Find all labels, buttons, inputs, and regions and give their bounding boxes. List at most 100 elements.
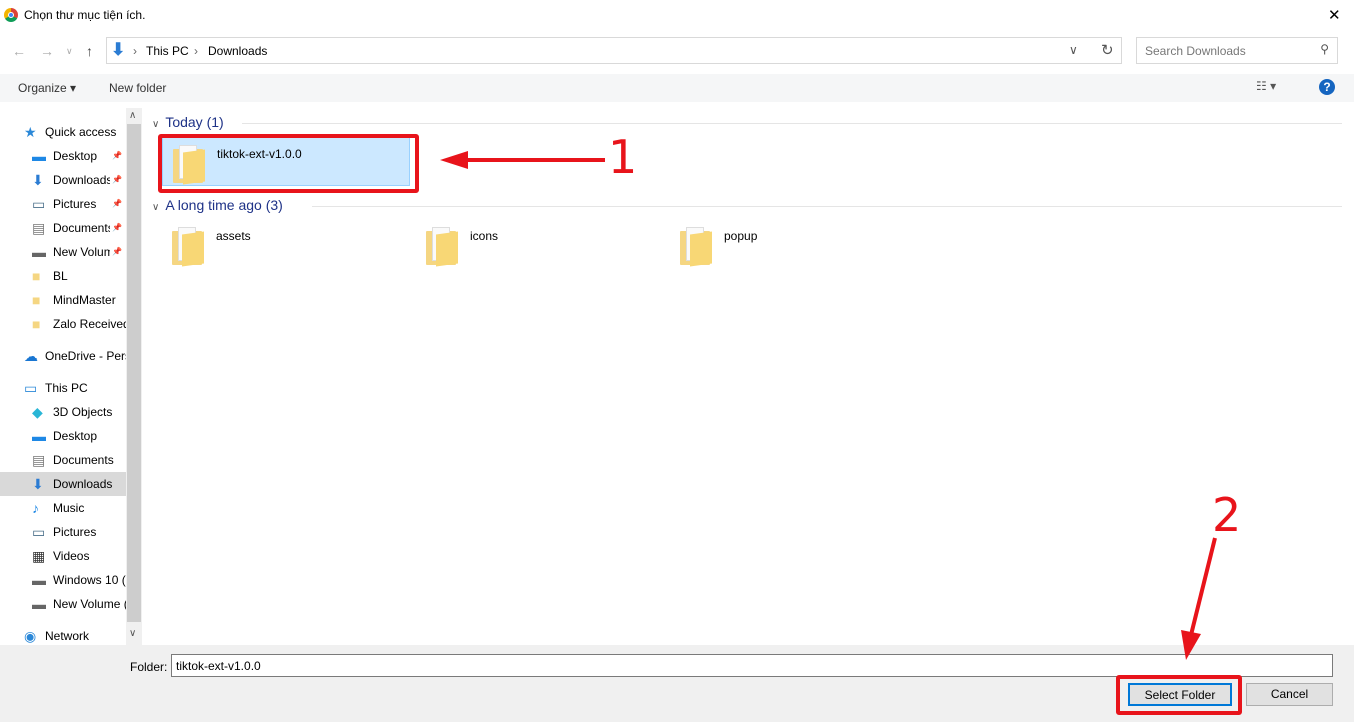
pictures-icon: ▭	[32, 196, 46, 212]
sidebar-item-label: BL	[53, 269, 68, 283]
sidebar-item-label: Videos	[53, 549, 90, 563]
scrollbar-thumb[interactable]	[127, 124, 141, 622]
sidebar-item[interactable]: ▬ New Volume (D:)	[0, 592, 126, 616]
sidebar-item-label: Downloads	[53, 173, 113, 187]
sidebar-item-label: Pictures	[53, 197, 97, 211]
desktop-icon: ▬	[32, 428, 46, 444]
new-folder-button[interactable]: New folder	[109, 81, 166, 95]
folder-item[interactable]: popup	[670, 219, 918, 269]
sidebar-item-label: Downloads	[53, 477, 113, 491]
folder-icon: ■	[32, 292, 41, 308]
annotation-box-1	[158, 134, 419, 193]
organize-button[interactable]: Organize ▾	[18, 81, 76, 95]
drive-icon: ▬	[32, 244, 46, 260]
refresh-button[interactable]: ↻	[1101, 41, 1114, 59]
folder-input[interactable]: tiktok-ext-v1.0.0	[171, 654, 1333, 677]
navigation-pane: ★ Quick access ▬ Desktop 📌 ⬇ Downloads 📌 ▭ Pictur…	[0, 108, 126, 645]
sidebar-item[interactable]: ▭ Pictures 📌	[0, 192, 126, 216]
sidebar-item[interactable]: ⬇ Downloads 📌	[0, 168, 126, 192]
pin-icon: 📌	[110, 144, 122, 168]
cloud-icon: ☁	[24, 348, 38, 364]
sidebar-item-label: OneDrive - Personal	[45, 349, 126, 363]
drive-icon: ▬	[32, 572, 46, 588]
annotation-number-2: 2	[1212, 488, 1242, 542]
breadcrumb-downloads[interactable]: Downloads	[208, 44, 267, 58]
group-label: A long time ago (3)	[165, 197, 283, 213]
search-input[interactable]: Search Downloads ⚲	[1136, 37, 1338, 64]
view-options-button[interactable]: ☷ ▾	[1256, 79, 1276, 93]
group-label: Today (1)	[165, 114, 224, 130]
sidebar-item-label: 3D Objects	[53, 405, 113, 419]
pin-icon: 📌	[110, 168, 122, 192]
star-icon: ★	[24, 124, 37, 140]
sidebar-item[interactable]: ♪ Music	[0, 496, 126, 520]
folder-icon	[424, 225, 458, 267]
sidebar-item-label: Music	[53, 501, 85, 515]
sidebar-item-label: Zalo Received	[53, 317, 126, 331]
sidebar-item[interactable]: ■ Zalo Received	[0, 312, 126, 336]
sidebar-item-label: Documents	[53, 453, 114, 467]
toolbar: Organize ▾ New folder ☷ ▾ ?	[0, 74, 1354, 102]
pin-icon: 📌	[110, 192, 122, 216]
sidebar-item-label: Desktop	[53, 429, 98, 443]
folder-item[interactable]: icons	[416, 219, 664, 269]
chrome-icon	[4, 8, 18, 22]
chevron-down-icon: ∨	[152, 202, 160, 213]
sidebar-item[interactable]: ■ MindMaster	[0, 288, 126, 312]
sidebar-item-label: MindMaster	[53, 293, 116, 307]
sidebar-item[interactable]: ★ Quick access	[0, 120, 126, 144]
sidebar-item[interactable]: ▦ Videos	[0, 544, 126, 568]
folder-name: icons	[470, 229, 499, 243]
pictures-icon: ▭	[32, 524, 46, 540]
sidebar-item-label: Documents	[53, 221, 114, 235]
sidebar-item[interactable]: ◆ 3D Objects	[0, 400, 126, 424]
sidebar-item-label: New Volume (D:)	[53, 597, 126, 611]
folder-name: popup	[724, 229, 758, 243]
folder-name: assets	[216, 229, 251, 243]
title-bar: Chọn thư mục tiện ích. ✕	[0, 0, 1354, 30]
folder-icon: ■	[32, 316, 41, 332]
download-icon: ⬇	[32, 172, 44, 188]
folder-icon	[678, 225, 712, 267]
sidebar-item[interactable]: ▬ Desktop	[0, 424, 126, 448]
group-header[interactable]: ∨ A long time ago (3)	[152, 197, 1342, 215]
drive-icon: ▬	[32, 596, 46, 612]
sidebar-item[interactable]: ▭ This PC	[0, 376, 126, 400]
folder-icon	[170, 225, 204, 267]
group-header[interactable]: ∨ Today (1)	[152, 114, 1342, 132]
sidebar-item[interactable]: ▬ Windows 10 (C:)	[0, 568, 126, 592]
forward-button[interactable]: →	[40, 43, 54, 59]
sidebar-item-label: This PC	[45, 381, 88, 395]
sidebar-item[interactable]: ⬇ Downloads	[0, 472, 126, 496]
pin-icon: 📌	[110, 240, 122, 264]
sidebar-item[interactable]: ◉ Network	[0, 624, 126, 645]
network-icon: ◉	[24, 628, 37, 644]
help-button[interactable]: ?	[1319, 79, 1335, 95]
close-button[interactable]: ✕	[1328, 6, 1341, 24]
cube-icon: ◆	[32, 404, 43, 420]
video-icon: ▦	[32, 548, 46, 564]
folder-item[interactable]: assets	[162, 219, 410, 269]
sidebar-item[interactable]: ■ BL	[0, 264, 126, 288]
sidebar-item[interactable]: ☁ OneDrive - Personal	[0, 344, 126, 368]
pc-icon: ▭	[24, 380, 38, 396]
sidebar-item-label: Network	[45, 629, 90, 643]
annotation-arrow-2	[1181, 537, 1217, 660]
sidebar-item[interactable]: ▤ Documents 📌	[0, 216, 126, 240]
address-bar[interactable]: ⬇ › This PC › Downloads ∨ ↻	[106, 37, 1122, 64]
address-dropdown[interactable]: ∨	[1069, 43, 1078, 57]
sidebar-item-label: Windows 10 (C:)	[53, 573, 126, 587]
sidebar-item[interactable]: ▬ New Volume 📌	[0, 240, 126, 264]
cancel-button[interactable]: Cancel	[1246, 683, 1333, 706]
breadcrumb-this-pc[interactable]: This PC	[146, 44, 189, 58]
pin-icon: 📌	[110, 216, 122, 240]
sidebar-item[interactable]: ▭ Pictures	[0, 520, 126, 544]
music-icon: ♪	[32, 500, 39, 516]
sidebar-item[interactable]: ▤ Documents	[0, 448, 126, 472]
annotation-box-2	[1116, 675, 1242, 715]
back-button[interactable]: ←	[12, 43, 26, 59]
up-button[interactable]: ↑	[86, 43, 93, 59]
sidebar-item[interactable]: ▬ Desktop 📌	[0, 144, 126, 168]
recent-dropdown[interactable]: ∨	[66, 46, 73, 57]
search-icon: ⚲	[1320, 42, 1329, 56]
